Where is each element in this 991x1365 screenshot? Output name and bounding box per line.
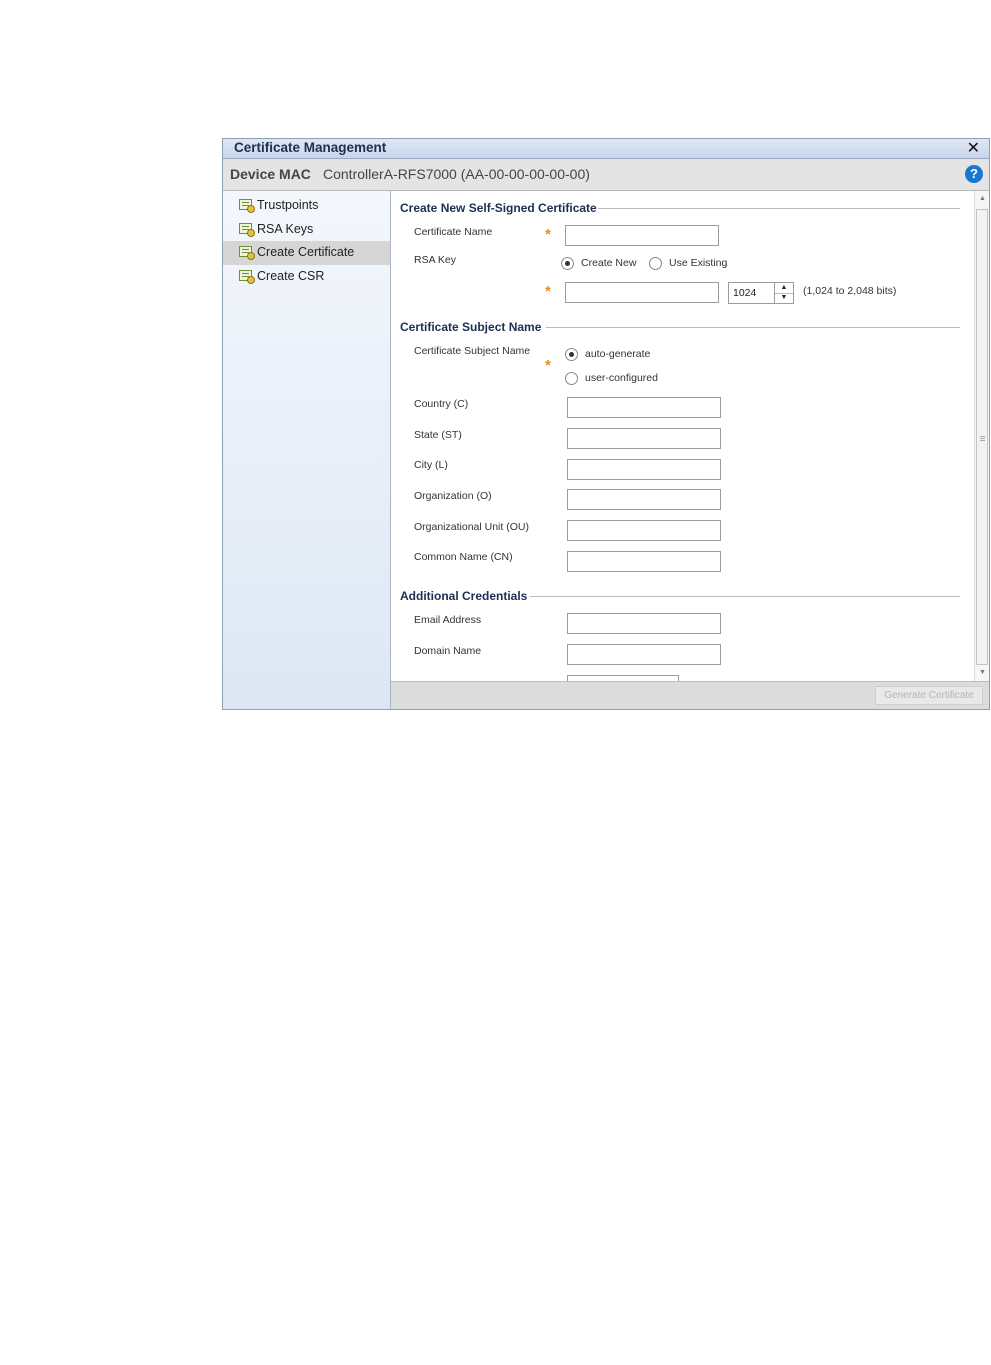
device-bar: Device MAC ControllerA-RFS7000 (AA-00-00…: [223, 159, 989, 191]
rsa-use-existing-radio[interactable]: [649, 257, 662, 270]
state-input[interactable]: [567, 428, 721, 449]
dialog-title: Certificate Management: [234, 140, 387, 155]
device-mac-label: Device MAC: [230, 166, 311, 182]
certificate-name-label: Certificate Name: [414, 226, 493, 238]
country-label: Country (C): [414, 398, 469, 410]
sidebar: Trustpoints RSA Keys Create Certificate …: [223, 191, 391, 709]
scroll-down-icon[interactable]: ▼: [975, 669, 990, 676]
rsa-create-new-radio[interactable]: [561, 257, 574, 270]
organizational-unit-input[interactable]: [567, 520, 721, 541]
state-label: State (ST): [414, 429, 462, 441]
generate-certificate-button[interactable]: Generate Certificate: [875, 686, 983, 705]
section-divider: [530, 596, 960, 597]
section-title-self-signed: Create New Self-Signed Certificate: [400, 201, 597, 215]
sidebar-item-create-certificate[interactable]: Create Certificate: [223, 241, 390, 265]
organizational-unit-label: Organizational Unit (OU): [414, 521, 529, 533]
certificate-icon: [239, 223, 255, 237]
scroll-thumb[interactable]: [976, 209, 988, 665]
section-divider: [546, 327, 960, 328]
help-icon[interactable]: ?: [965, 165, 983, 183]
organization-input[interactable]: [567, 489, 721, 510]
certificate-name-input[interactable]: [565, 225, 719, 246]
close-icon[interactable]: ✕: [967, 138, 980, 158]
email-address-input[interactable]: [567, 613, 721, 634]
certificate-icon: [239, 246, 255, 260]
city-input[interactable]: [567, 459, 721, 480]
domain-name-label: Domain Name: [414, 645, 482, 657]
rsa-key-label: RSA Key: [414, 254, 457, 266]
device-mac-value: ControllerA-RFS7000 (AA-00-00-00-00-00): [323, 166, 590, 182]
sidebar-item-label: Create CSR: [257, 269, 325, 283]
sidebar-item-trustpoints[interactable]: Trustpoints: [223, 194, 390, 218]
city-label: City (L): [414, 459, 448, 471]
key-size-stepper[interactable]: 1024 ▲ ▼: [728, 282, 794, 304]
vertical-scrollbar[interactable]: ▲ ▼: [974, 191, 989, 681]
certificate-icon: [239, 199, 255, 213]
user-configured-radio[interactable]: [565, 372, 578, 385]
sidebar-item-rsa-keys[interactable]: RSA Keys: [223, 218, 390, 242]
sidebar-item-label: Trustpoints: [257, 198, 319, 212]
section-divider: [598, 208, 960, 209]
grip-icon: [980, 436, 985, 437]
section-title-subject-name: Certificate Subject Name: [400, 320, 542, 334]
section-title-additional-credentials: Additional Credentials: [400, 589, 528, 603]
domain-name-input[interactable]: [567, 644, 721, 665]
key-size-value: 1024: [733, 287, 757, 299]
required-marker: *: [545, 226, 551, 243]
user-configured-label: user-configured: [585, 372, 658, 384]
email-address-label: Email Address: [414, 614, 482, 626]
required-marker: *: [545, 357, 551, 374]
stepper-buttons: ▲ ▼: [774, 283, 793, 303]
auto-generate-label: auto-generate: [585, 348, 651, 360]
rsa-use-existing-label: Use Existing: [669, 257, 728, 269]
sidebar-item-label: RSA Keys: [257, 222, 314, 236]
country-input[interactable]: [567, 397, 721, 418]
auto-generate-radio[interactable]: [565, 348, 578, 361]
subject-name-label: Certificate Subject Name: [414, 345, 531, 357]
common-name-input[interactable]: [567, 551, 721, 572]
sidebar-item-label: Create Certificate: [257, 245, 355, 259]
common-name-label: Common Name (CN): [414, 551, 513, 563]
stepper-down-icon[interactable]: ▼: [775, 293, 793, 303]
form-content: Create New Self-Signed Certificate Certi…: [391, 191, 989, 681]
rsa-create-new-label: Create New: [581, 257, 637, 269]
certificate-management-dialog: Certificate Management ✕ Device MAC Cont…: [222, 138, 990, 710]
dialog-footer: Generate Certificate: [391, 681, 989, 709]
rsa-key-name-input[interactable]: [565, 282, 719, 303]
required-marker: *: [545, 283, 551, 300]
scroll-up-icon[interactable]: ▲: [975, 195, 990, 202]
dialog-titlebar: Certificate Management ✕: [223, 139, 989, 159]
sidebar-item-create-csr[interactable]: Create CSR: [223, 265, 390, 289]
key-size-hint: (1,024 to 2,048 bits): [803, 285, 897, 297]
certificate-icon: [239, 270, 255, 284]
organization-label: Organization (O): [414, 490, 492, 502]
